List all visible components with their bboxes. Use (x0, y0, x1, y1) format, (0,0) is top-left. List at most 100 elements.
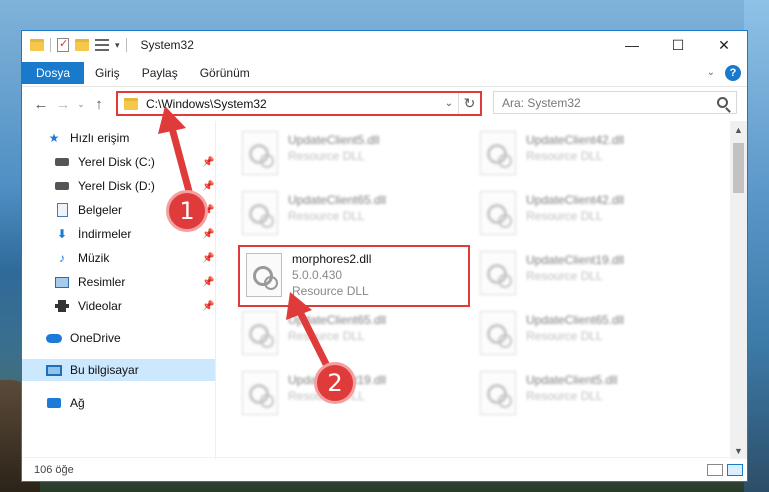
file-item-morphores2[interactable]: morphores2.dll 5.0.0.430 Resource DLL (238, 245, 470, 307)
forward-button[interactable]: → (52, 96, 74, 113)
file-name: morphores2.dll (292, 252, 372, 266)
dll-file-icon (242, 191, 278, 235)
pin-icon[interactable]: 📌 (202, 229, 214, 240)
ribbon-tabs: Dosya Giriş Paylaş Görünüm ⌄ ? (22, 59, 747, 87)
network-icon (47, 398, 61, 408)
nav-item-label: Müzik (78, 251, 110, 265)
nav-item-label: Bu bilgisayar (70, 363, 139, 377)
nav-item-label: Resimler (78, 275, 126, 289)
dll-file-icon (480, 131, 516, 175)
file-item[interactable]: UpdateClient42.dll Resource DLL (460, 185, 690, 241)
nav-item-music[interactable]: ♪ Müzik (54, 247, 109, 269)
file-type: Resource DLL (526, 269, 603, 283)
refresh-button[interactable]: ↻ (458, 93, 480, 114)
scroll-thumb[interactable] (733, 143, 744, 193)
tab-view[interactable]: Görünüm (189, 66, 261, 80)
file-name: UpdateClient65.dll (526, 313, 625, 327)
file-item[interactable]: UpdateClient42.dll Resource DLL (460, 125, 690, 181)
pin-icon[interactable]: 📌 (202, 181, 214, 192)
tab-share[interactable]: Paylaş (131, 66, 189, 80)
chevron-down-icon[interactable]: ⌄ (707, 67, 715, 78)
nav-item-drive-d[interactable]: Yerel Disk (D:) (54, 175, 155, 197)
address-path[interactable]: C:\Windows\System32 (146, 97, 440, 111)
file-item[interactable]: UpdateClient65.dll Resource DLL (222, 305, 452, 361)
separator (50, 38, 51, 52)
scroll-up-icon[interactable]: ▲ (730, 121, 747, 138)
nav-item-label: OneDrive (70, 331, 121, 345)
pin-icon[interactable]: 📌 (202, 157, 214, 168)
close-button[interactable]: ✕ (701, 31, 747, 59)
file-name: UpdateClient65.dll (288, 313, 387, 327)
nav-item-label: Yerel Disk (C:) (78, 155, 155, 169)
file-type: Resource DLL (288, 329, 365, 343)
item-count: 106 öğe (34, 463, 74, 476)
view-icon[interactable] (95, 39, 109, 51)
search-input[interactable]: Ara: System32 (493, 91, 737, 114)
back-button[interactable]: ← (30, 96, 52, 113)
file-item[interactable]: UpdateClient5.dll Resource DLL (222, 125, 452, 181)
file-version: 5.0.0.430 (292, 268, 343, 282)
file-type: Resource DLL (288, 209, 365, 223)
nav-item-this-pc[interactable]: Bu bilgisayar (22, 359, 215, 381)
file-item[interactable]: UpdateClient5.dll Resource DLL (460, 365, 690, 421)
large-icons-view-icon[interactable] (727, 463, 743, 476)
nav-item-network[interactable]: Ağ (46, 392, 85, 414)
dll-file-icon (242, 371, 278, 415)
dll-file-icon (480, 311, 516, 355)
file-type: Resource DLL (526, 149, 603, 163)
folder-icon (30, 39, 44, 51)
file-list: UpdateClient5.dll Resource DLL UpdateClie… (222, 121, 732, 459)
pin-icon[interactable]: 📌 (202, 253, 214, 264)
nav-item-drive-c[interactable]: Yerel Disk (C:) (54, 151, 155, 173)
search-icon[interactable] (717, 97, 728, 108)
dll-file-icon (242, 311, 278, 355)
onedrive-icon (46, 333, 62, 343)
customize-toolbar-icon[interactable]: ▾ (115, 40, 120, 51)
file-type: Resource DLL (288, 149, 365, 163)
help-icon[interactable]: ? (725, 64, 741, 81)
dll-file-icon (480, 251, 516, 295)
vertical-scrollbar[interactable]: ▲ ▼ (730, 121, 747, 459)
pin-icon[interactable]: 📌 (202, 277, 214, 288)
details-view-icon[interactable] (707, 463, 723, 476)
search-placeholder: Ara: System32 (502, 95, 581, 110)
file-item[interactable]: UpdateClient65.dll Resource DLL (460, 305, 690, 361)
dll-file-icon (242, 131, 278, 175)
main-area: ★ Hızlı erişim Yerel Disk (C:) Yerel Dis… (22, 121, 747, 459)
nav-item-videos[interactable]: Videolar (54, 295, 122, 317)
file-item[interactable]: UpdateClient65.dll Resource DLL (222, 185, 452, 241)
address-row: ← → ⌄ ↑ C:\Windows\System32 ⌄ ↻ Ara: Sys… (22, 87, 747, 121)
nav-item-downloads[interactable]: ⬇ İndirmeler (54, 223, 131, 245)
drive-icon (55, 158, 69, 166)
nav-item-quick-access[interactable]: ★ Hızlı erişim (46, 127, 130, 149)
nav-item-label: İndirmeler (78, 227, 132, 241)
dll-file-icon (480, 191, 516, 235)
address-bar[interactable]: C:\Windows\System32 ⌄ ↻ (116, 91, 482, 116)
recent-locations-button[interactable]: ⌄ (74, 99, 88, 110)
navigation-pane: ★ Hızlı erişim Yerel Disk (C:) Yerel Dis… (22, 121, 216, 459)
file-type: Resource DLL (526, 389, 603, 403)
dll-file-icon (480, 371, 516, 415)
minimize-button[interactable]: — (609, 31, 655, 59)
properties-icon[interactable] (57, 37, 69, 52)
tab-file[interactable]: Dosya (22, 61, 85, 84)
document-icon (56, 203, 68, 217)
nav-item-label: Belgeler (78, 203, 123, 217)
video-icon (55, 300, 69, 312)
step-badge-1: 1 (166, 190, 208, 232)
tab-home[interactable]: Giriş (84, 66, 131, 80)
file-item[interactable]: UpdateClient19.dll Resource DLL (460, 245, 690, 301)
nav-item-pictures[interactable]: Resimler (54, 271, 125, 293)
pin-icon[interactable]: 📌 (202, 301, 214, 312)
step-badge-2: 2 (314, 362, 356, 404)
explorer-window: ▾ System32 — ☐ ✕ Dosya Giriş Paylaş Görü… (21, 30, 748, 482)
address-dropdown-icon[interactable]: ⌄ (440, 98, 458, 109)
status-bar: 106 öğe (22, 457, 747, 481)
nav-item-documents[interactable]: Belgeler (54, 199, 122, 221)
maximize-button[interactable]: ☐ (655, 31, 701, 59)
nav-item-onedrive[interactable]: OneDrive (46, 327, 121, 349)
new-folder-icon[interactable] (75, 39, 89, 51)
this-pc-icon (46, 364, 62, 376)
up-button[interactable]: ↑ (88, 96, 110, 113)
star-icon: ★ (48, 131, 60, 145)
